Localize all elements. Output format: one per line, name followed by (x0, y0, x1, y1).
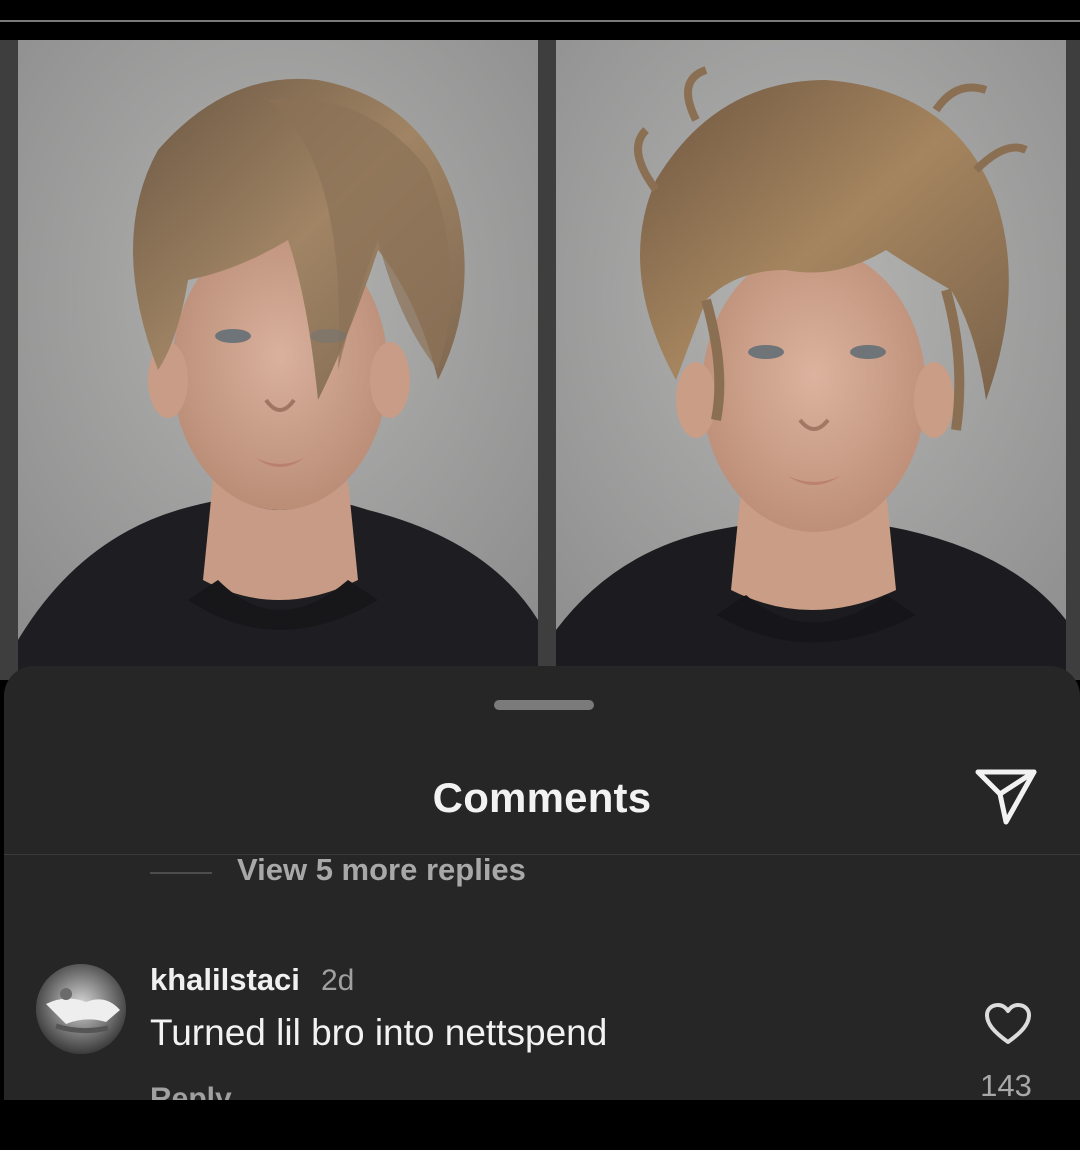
paper-plane-icon[interactable] (972, 764, 1040, 828)
replies-indent-line (150, 872, 212, 874)
view-more-replies-button[interactable]: View 5 more replies (237, 852, 526, 888)
drag-handle[interactable] (494, 700, 594, 710)
comment-text: Turned lil bro into nettspend (150, 1012, 608, 1053)
post-image[interactable] (0, 40, 1080, 680)
top-divider (0, 20, 1080, 22)
comment-timestamp: 2d (321, 964, 355, 997)
portrait-before-image (18, 40, 538, 680)
avatar[interactable] (36, 964, 126, 1054)
comments-sheet: Comments View 5 more replies khalilstaci… (4, 666, 1080, 1106)
sheet-title: Comments (432, 774, 652, 821)
comment-username[interactable]: khalilstaci (150, 962, 300, 998)
screenshot: Comments View 5 more replies khalilstaci… (0, 0, 1080, 1150)
portrait-after-image (556, 40, 1066, 680)
header-divider (4, 854, 1080, 855)
heart-icon[interactable] (984, 1002, 1032, 1046)
bottom-bar (0, 1100, 1080, 1150)
like-count: 143 (980, 1068, 1032, 1103)
top-bar (0, 0, 1080, 40)
